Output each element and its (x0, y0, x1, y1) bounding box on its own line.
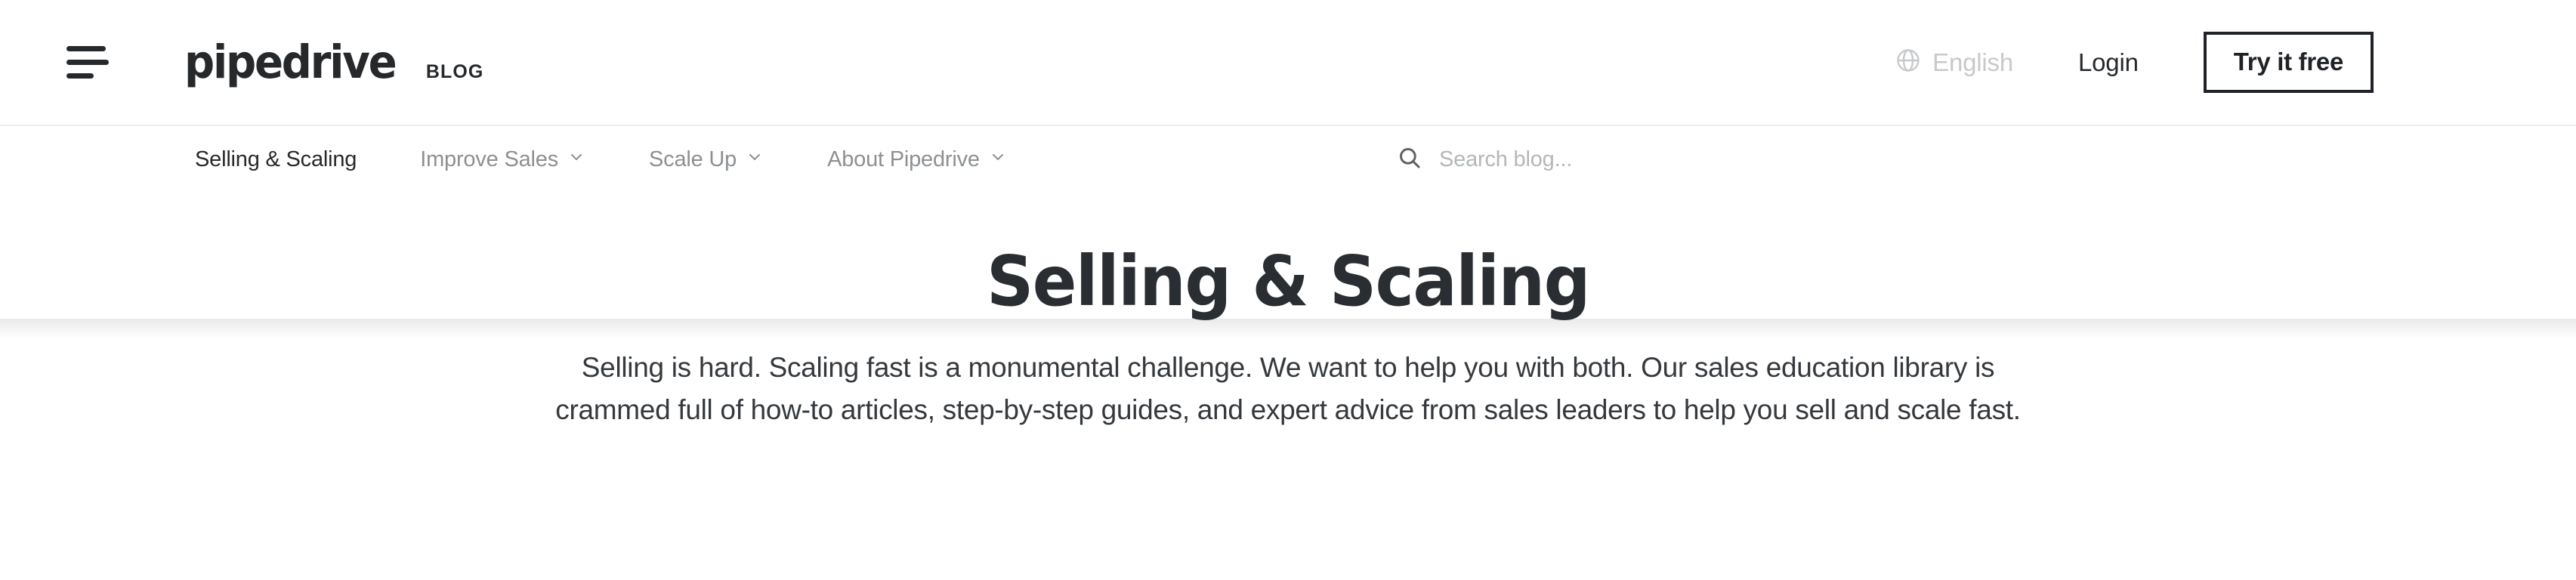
header-actions: English Login Try it free (1895, 32, 2576, 93)
language-selector[interactable]: English (1895, 47, 2013, 78)
nav-item-improve-sales[interactable]: Improve Sales (420, 147, 585, 172)
language-label: English (1932, 48, 2013, 76)
secondary-nav-items: Selling & Scaling Improve Sales Scale Up… (195, 147, 1070, 172)
blog-search[interactable] (1397, 145, 2576, 174)
top-header: pipedrive BLOG English Login Try it free (0, 0, 2576, 125)
logo-wordmark: pipedrive (184, 35, 397, 89)
chevron-down-icon (746, 147, 764, 172)
site-logo[interactable]: pipedrive BLOG (184, 39, 483, 85)
search-input[interactable] (1439, 147, 1756, 172)
nav-item-label: Scale Up (649, 147, 737, 171)
nav-item-about-pipedrive[interactable]: About Pipedrive (827, 147, 1007, 172)
chevron-down-icon (567, 147, 585, 172)
secondary-nav: Selling & Scaling Improve Sales Scale Up… (0, 125, 2576, 338)
nav-item-selling-and-scaling[interactable]: Selling & Scaling (195, 147, 357, 172)
hero-section: Selling & Scaling Selling is hard. Scali… (0, 193, 2576, 430)
login-link[interactable]: Login (2078, 48, 2139, 77)
globe-icon (1895, 47, 1922, 78)
hamburger-bar-2 (66, 60, 109, 65)
hamburger-menu-icon[interactable] (66, 36, 113, 89)
page-title: Selling & Scaling (986, 241, 1591, 322)
chevron-down-icon (989, 147, 1007, 172)
nav-item-scale-up[interactable]: Scale Up (649, 147, 764, 172)
page-subtitle: Selling is hard. Scaling fast is a monum… (555, 352, 2021, 425)
hamburger-bar-3 (66, 73, 94, 79)
try-it-free-button[interactable]: Try it free (2203, 32, 2374, 93)
nav-item-label: About Pipedrive (827, 147, 980, 171)
hamburger-bar-1 (66, 46, 106, 51)
search-icon (1397, 145, 1422, 174)
nav-item-label: Selling & Scaling (195, 147, 357, 171)
nav-item-label: Improve Sales (420, 147, 558, 171)
logo-blog-tag: BLOG (425, 61, 484, 82)
